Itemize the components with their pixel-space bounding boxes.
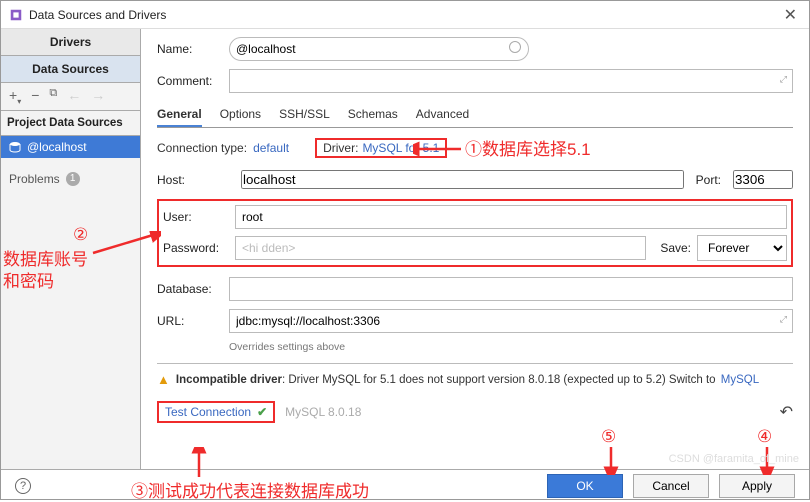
warning-icon: ▲ (157, 372, 170, 387)
name-input[interactable] (229, 37, 529, 61)
problems-label: Problems (9, 172, 60, 186)
warning-text: : Driver MySQL for 5.1 does not support … (282, 374, 716, 386)
cancel-button[interactable]: Cancel (633, 474, 709, 498)
host-input[interactable] (241, 170, 684, 189)
database-icon (9, 141, 21, 153)
tree-item-label: @localhost (27, 140, 87, 154)
save-select[interactable]: Forever (697, 235, 787, 261)
nav-forward-icon[interactable]: → (91, 87, 105, 106)
content-pane: Name: Comment: ⤢ General Options SSH/SSL… (141, 29, 809, 469)
driver-highlight: Driver: MySQL for 5.1 (315, 138, 447, 158)
port-input[interactable] (733, 170, 793, 189)
nav-back-icon[interactable]: ← (67, 87, 81, 106)
warning-banner: ▲ Incompatible driver: Driver MySQL for … (157, 372, 793, 387)
save-label: Save: (660, 241, 691, 255)
test-version: MySQL 8.0.18 (285, 405, 361, 419)
user-label: User: (163, 210, 235, 224)
tab-ssh-ssl[interactable]: SSH/SSL (279, 103, 330, 127)
watermark: CSDN @faramita_of_mine (669, 453, 799, 465)
driver-link[interactable]: MySQL for 5.1 (362, 141, 439, 155)
host-label: Host: (157, 173, 229, 187)
app-icon (9, 8, 23, 22)
comment-input[interactable] (229, 69, 793, 93)
tree-item-localhost[interactable]: @localhost (1, 136, 140, 158)
test-connection-highlight: Test Connection ✔ (157, 401, 275, 423)
driver-label: Driver: (323, 141, 358, 155)
apply-button[interactable]: Apply (719, 474, 795, 498)
user-input[interactable] (235, 205, 787, 229)
problems-link[interactable]: Problems 1 (1, 158, 140, 200)
name-label: Name: (157, 42, 229, 56)
warning-bold: Incompatible driver (176, 374, 282, 386)
password-label: Password: (163, 241, 235, 255)
sidebar-section-title: Project Data Sources (1, 111, 140, 136)
tab-schemas[interactable]: Schemas (348, 103, 398, 127)
add-icon[interactable]: +▾ (9, 87, 21, 106)
dialog-footer: ? OK Cancel Apply (1, 469, 809, 501)
sidebar: Drivers Data Sources +▾ − ⧉ ← → Project … (1, 29, 141, 469)
undo-icon[interactable]: ↶ (780, 402, 793, 422)
tab-options[interactable]: Options (220, 103, 261, 127)
tab-general[interactable]: General (157, 103, 202, 127)
title-bar: Data Sources and Drivers ✕ (1, 1, 809, 29)
problems-badge: 1 (66, 172, 80, 186)
copy-icon[interactable]: ⧉ (49, 87, 57, 106)
sidebar-toolbar: +▾ − ⧉ ← → (1, 83, 140, 111)
test-connection-link[interactable]: Test Connection (165, 405, 251, 419)
remove-icon[interactable]: − (31, 87, 39, 106)
comment-label: Comment: (157, 74, 229, 88)
database-input[interactable] (229, 277, 793, 301)
url-note: Overrides settings above (229, 341, 793, 353)
content-tabs: General Options SSH/SSL Schemas Advanced (157, 101, 793, 128)
url-input[interactable] (229, 309, 793, 333)
tab-advanced[interactable]: Advanced (416, 103, 469, 127)
sidebar-tab-drivers[interactable]: Drivers (1, 29, 140, 56)
name-color-icon[interactable] (509, 41, 521, 53)
window-title: Data Sources and Drivers (29, 8, 780, 22)
connection-type-label: Connection type: (157, 141, 247, 155)
check-icon: ✔ (257, 405, 267, 419)
database-label: Database: (157, 282, 229, 296)
sidebar-tab-data-sources[interactable]: Data Sources (1, 56, 140, 83)
connection-type-link[interactable]: default (253, 141, 289, 155)
password-input[interactable] (235, 236, 646, 260)
warning-link[interactable]: MySQL (721, 374, 759, 386)
port-label: Port: (696, 173, 721, 187)
credentials-highlight: User: Password: Save: Forever (157, 199, 793, 267)
ok-button[interactable]: OK (547, 474, 623, 498)
url-label: URL: (157, 314, 229, 328)
close-icon[interactable]: ✕ (780, 5, 801, 25)
help-icon[interactable]: ? (15, 478, 31, 494)
